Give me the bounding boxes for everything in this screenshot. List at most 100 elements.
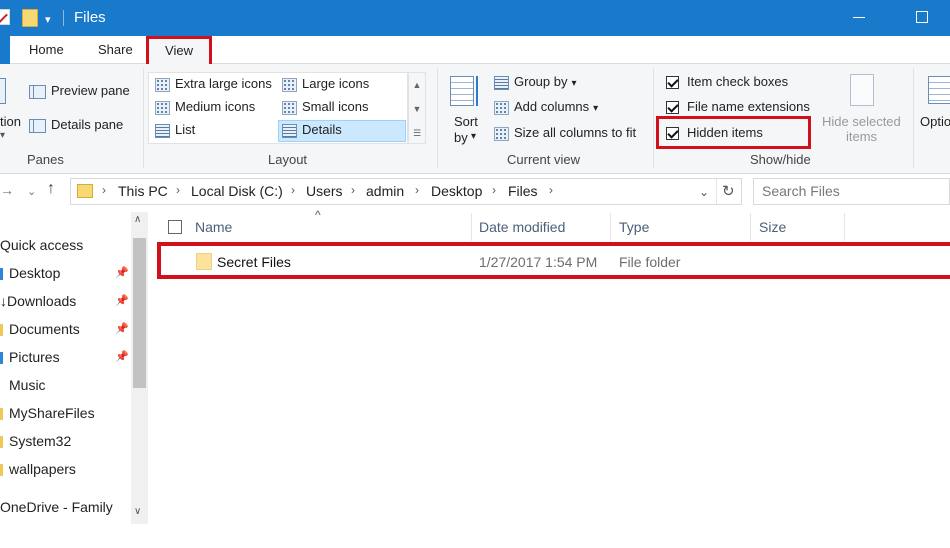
- nav-item-mysharefiles[interactable]: MyShareFiles: [0, 401, 130, 427]
- breadcrumb-chevron-icon[interactable]: ›: [351, 183, 355, 197]
- layout-large-icons[interactable]: Large icons: [282, 76, 369, 92]
- file-name[interactable]: Secret Files: [217, 254, 291, 270]
- maximize-button[interactable]: [916, 11, 928, 23]
- ribbon-tabs: Home Share View: [0, 36, 950, 65]
- column-separator[interactable]: [750, 213, 751, 241]
- title-bar: ▾ Files: [0, 0, 950, 36]
- nav-item-documents[interactable]: Documents 📌: [0, 317, 130, 343]
- pictures-icon: [0, 352, 3, 364]
- minimize-button[interactable]: [853, 17, 865, 18]
- recent-locations-chevron-icon[interactable]: ⌄: [27, 185, 36, 198]
- table-row[interactable]: Secret Files 1/27/2017 1:54 PM File fold…: [157, 242, 950, 279]
- preview-pane-button[interactable]: Preview pane: [29, 83, 130, 99]
- layout-list[interactable]: List: [155, 122, 195, 138]
- nav-item-pictures[interactable]: Pictures 📌: [0, 345, 130, 371]
- item-check-boxes-label: Item check boxes: [687, 74, 789, 89]
- layout-extra-large-icons[interactable]: Extra large icons: [155, 76, 272, 92]
- address-dropdown-icon[interactable]: ⌄: [699, 185, 709, 199]
- breadcrumb-desktop[interactable]: Desktop: [431, 183, 482, 199]
- breadcrumb-files[interactable]: Files: [508, 183, 538, 199]
- address-bar[interactable]: › This PC › Local Disk (C:) › Users › ad…: [70, 178, 742, 205]
- column-separator[interactable]: [471, 213, 472, 241]
- breadcrumb-local-disk[interactable]: Local Disk (C:): [191, 183, 283, 199]
- medium-icons-icon: [155, 100, 170, 115]
- nav-item-onedrive[interactable]: OneDrive - Family: [0, 495, 130, 521]
- item-check-boxes-checkbox[interactable]: [666, 76, 679, 90]
- nav-item-desktop[interactable]: Desktop 📌: [0, 261, 130, 287]
- layout-medium-icons[interactable]: Medium icons: [155, 99, 255, 115]
- layout-small-icons[interactable]: Small icons: [282, 99, 368, 115]
- navigation-pane-label[interactable]: tion: [0, 114, 21, 129]
- pin-icon[interactable]: 📌: [115, 350, 129, 363]
- nav-item-quick-access[interactable]: Quick access: [0, 233, 130, 259]
- navigation-scrollbar[interactable]: ∧ ∨: [131, 212, 148, 524]
- group-separator: [437, 68, 438, 168]
- column-header-size[interactable]: Size: [759, 219, 786, 235]
- column-header-name[interactable]: Name: [195, 219, 232, 235]
- breadcrumb-chevron-icon[interactable]: ›: [415, 183, 419, 197]
- layout-gallery-scroll[interactable]: ▲ ▼ ☰: [408, 72, 426, 144]
- search-input[interactable]: [762, 183, 947, 199]
- details-icon: [282, 123, 297, 138]
- select-all-checkbox[interactable]: [168, 220, 182, 234]
- nav-item-music[interactable]: Music: [0, 373, 130, 399]
- refresh-icon[interactable]: ↻: [722, 182, 735, 200]
- details-pane-button[interactable]: Details pane: [29, 117, 123, 133]
- add-columns-button[interactable]: Add columns ▾: [494, 99, 598, 115]
- column-header-type[interactable]: Type: [619, 219, 649, 235]
- tab-home[interactable]: Home: [29, 42, 64, 57]
- breadcrumb-chevron-icon[interactable]: ›: [291, 183, 295, 197]
- size-columns-icon: [494, 126, 509, 141]
- gallery-up-icon[interactable]: ▲: [409, 73, 425, 97]
- file-name-extensions-toggle[interactable]: File name extensions: [666, 99, 810, 115]
- column-header-date-modified[interactable]: Date modified: [479, 219, 565, 235]
- breadcrumb-this-pc[interactable]: This PC: [118, 183, 168, 199]
- gallery-more-icon[interactable]: ☰: [409, 121, 425, 145]
- file-name-extensions-checkbox[interactable]: [666, 101, 679, 115]
- column-separator[interactable]: [610, 213, 611, 241]
- sort-by-label[interactable]: Sort: [454, 114, 478, 129]
- breadcrumb-chevron-icon[interactable]: ›: [549, 183, 553, 197]
- nav-item-downloads[interactable]: ↓Downloads 📌: [0, 289, 130, 315]
- sort-direction-icon: [476, 76, 478, 106]
- size-all-columns-button[interactable]: Size all columns to fit: [494, 125, 636, 141]
- up-arrow-icon[interactable]: ↑: [47, 180, 55, 198]
- group-by-button[interactable]: Group by ▾: [494, 74, 577, 90]
- tab-view[interactable]: View: [146, 36, 212, 65]
- sort-by-label-2[interactable]: by: [454, 130, 468, 145]
- nav-item-wallpapers[interactable]: wallpapers: [0, 457, 130, 483]
- options-icon[interactable]: [928, 76, 950, 104]
- breadcrumb-chevron-icon[interactable]: ›: [492, 183, 496, 197]
- search-box[interactable]: [753, 178, 950, 205]
- customize-quick-access-dropdown-icon[interactable]: ▾: [45, 13, 51, 26]
- layout-details[interactable]: Details: [282, 122, 342, 138]
- item-check-boxes-toggle[interactable]: Item check boxes: [666, 74, 789, 90]
- folder-icon: [77, 184, 93, 198]
- sort-by-dropdown-icon[interactable]: ▾: [471, 131, 476, 142]
- tab-share[interactable]: Share: [98, 42, 133, 57]
- quick-access-properties-icon[interactable]: [0, 9, 10, 25]
- pin-icon[interactable]: 📌: [115, 294, 129, 307]
- scroll-down-icon[interactable]: ∨: [134, 506, 141, 517]
- sort-by-icon[interactable]: [450, 76, 474, 106]
- breadcrumb-admin[interactable]: admin: [366, 183, 404, 199]
- column-separator[interactable]: [844, 213, 845, 241]
- options-label[interactable]: Optio: [920, 114, 950, 129]
- scroll-up-icon[interactable]: ∧: [134, 214, 141, 225]
- group-separator: [913, 68, 914, 168]
- navigation-pane-icon[interactable]: [0, 78, 6, 104]
- scrollbar-thumb[interactable]: [133, 238, 146, 388]
- nav-item-system32[interactable]: System32: [0, 429, 130, 455]
- breadcrumb-chevron-icon[interactable]: ›: [102, 183, 106, 197]
- gallery-down-icon[interactable]: ▼: [409, 97, 425, 121]
- breadcrumb-users[interactable]: Users: [306, 183, 343, 199]
- group-by-label: Group by: [514, 74, 568, 89]
- tab-file[interactable]: [0, 36, 10, 64]
- downloads-icon: ↓: [0, 293, 7, 309]
- navigation-pane-dropdown-icon[interactable]: ▾: [0, 130, 5, 141]
- new-folder-icon[interactable]: [22, 9, 38, 27]
- breadcrumb-chevron-icon[interactable]: ›: [176, 183, 180, 197]
- pin-icon[interactable]: 📌: [115, 322, 129, 335]
- pin-icon[interactable]: 📌: [115, 266, 129, 279]
- forward-arrow-icon[interactable]: →: [0, 182, 14, 198]
